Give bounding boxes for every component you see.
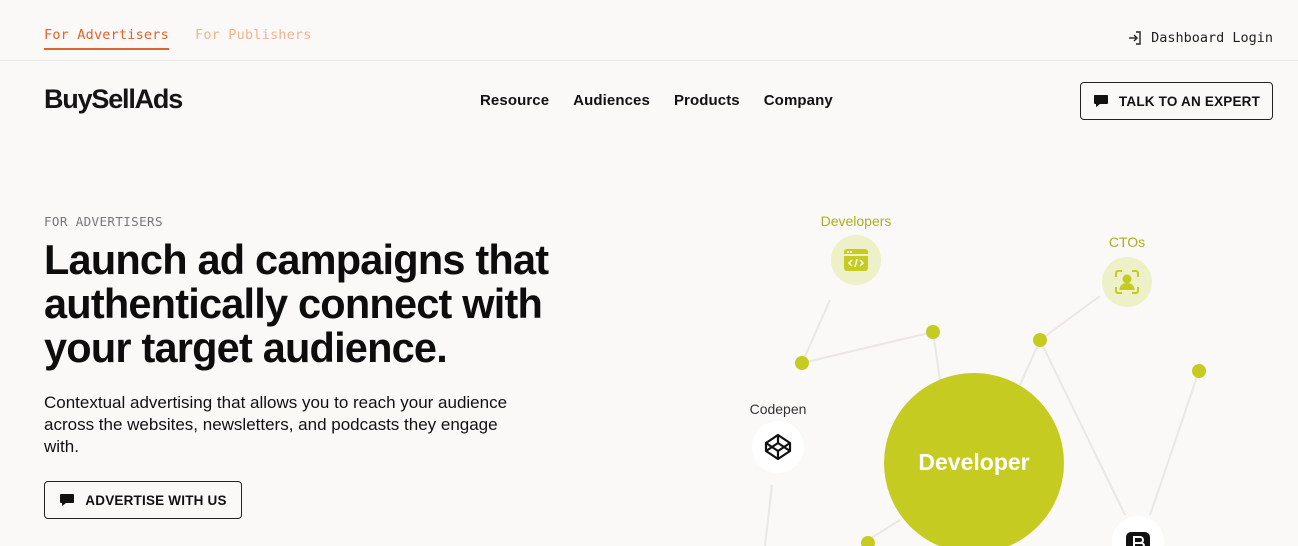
developer-center-label: Developer <box>918 448 1030 475</box>
bootstrap-node <box>1112 516 1164 546</box>
audience-bar: For Advertisers For Publishers Dashboard… <box>0 0 1298 61</box>
codepen-node <box>752 421 804 473</box>
dashboard-login-label: Dashboard Login <box>1151 30 1273 46</box>
main-nav: Resource Audiences Products Company <box>480 92 833 109</box>
codepen-icon <box>764 433 792 461</box>
talk-to-expert-label: TALK TO AN EXPERT <box>1118 93 1261 109</box>
tab-for-advertisers[interactable]: For Advertisers <box>44 27 169 50</box>
user-scan-icon <box>1115 270 1139 294</box>
talk-to-expert-button[interactable]: TALK TO AN EXPERT <box>1080 82 1273 120</box>
hero-subtitle: Contextual advertising that allows you t… <box>44 393 508 456</box>
nav-item-products[interactable]: Products <box>674 92 740 109</box>
nav-item-company[interactable]: Company <box>764 92 833 109</box>
code-window-icon <box>844 249 868 271</box>
node-label-ctos: CTOs <box>1108 234 1146 250</box>
tab-for-publishers[interactable]: For Publishers <box>195 27 312 43</box>
hero-eyebrow: FOR ADVERTISERS <box>44 214 163 229</box>
graph-dot <box>861 536 875 546</box>
ctos-node <box>1102 257 1152 307</box>
graph-dot <box>795 356 809 370</box>
graph-dot <box>926 325 940 339</box>
developer-center-node: Developer <box>884 373 1064 546</box>
logo[interactable]: BuySellAds <box>44 84 183 115</box>
node-label-developers: Developers <box>820 213 892 229</box>
nav-item-audiences[interactable]: Audiences <box>573 92 650 109</box>
advertise-with-us-button[interactable]: ADVERTISE WITH US <box>44 481 242 519</box>
graph-dot <box>1033 333 1047 347</box>
login-icon <box>1129 31 1141 45</box>
chat-bubble-icon <box>60 494 75 506</box>
chat-bubble-icon <box>1093 95 1108 107</box>
hero-title: Launch ad campaigns that authentically c… <box>44 236 549 371</box>
node-label-codepen: Codepen <box>749 401 807 417</box>
advertise-with-us-label: ADVERTISE WITH US <box>85 492 227 508</box>
nav-item-resource[interactable]: Resource <box>480 92 549 109</box>
developers-node <box>831 235 881 285</box>
graph-dot <box>1192 364 1206 378</box>
bootstrap-icon <box>1126 532 1150 546</box>
dashboard-login-link[interactable]: Dashboard Login <box>1127 30 1273 46</box>
